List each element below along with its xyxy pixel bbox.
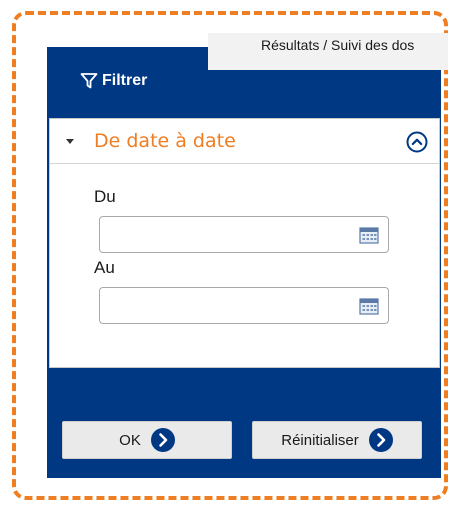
ok-button-label: OK xyxy=(119,431,141,449)
reset-button-label: Réinitialiser xyxy=(281,431,359,449)
from-date-field[interactable] xyxy=(99,216,389,253)
section-title: De date à date xyxy=(94,130,236,152)
reset-button[interactable]: Réinitialiser xyxy=(252,421,422,459)
calendar-icon[interactable] xyxy=(359,226,379,244)
from-label: Du xyxy=(94,187,116,206)
arrow-right-circle-icon xyxy=(150,428,175,452)
to-label: Au xyxy=(94,258,115,277)
chevron-up-circle-icon[interactable] xyxy=(406,131,428,153)
ok-button[interactable]: OK xyxy=(62,421,232,459)
funnel-icon xyxy=(80,73,98,89)
filter-header[interactable]: Filtrer xyxy=(80,66,147,96)
section-header[interactable]: De date à date xyxy=(50,119,439,164)
arrow-right-circle-icon xyxy=(368,428,393,452)
filter-content: De date à date Du Au xyxy=(49,118,440,368)
to-date-field[interactable] xyxy=(99,287,389,324)
caret-down-icon xyxy=(66,139,74,144)
breadcrumb-text: Résultats / Suivi des dos xyxy=(261,37,415,53)
calendar-icon[interactable] xyxy=(359,297,379,315)
filter-title: Filtrer xyxy=(102,72,148,89)
breadcrumb: Résultats / Suivi des dos xyxy=(208,33,448,70)
